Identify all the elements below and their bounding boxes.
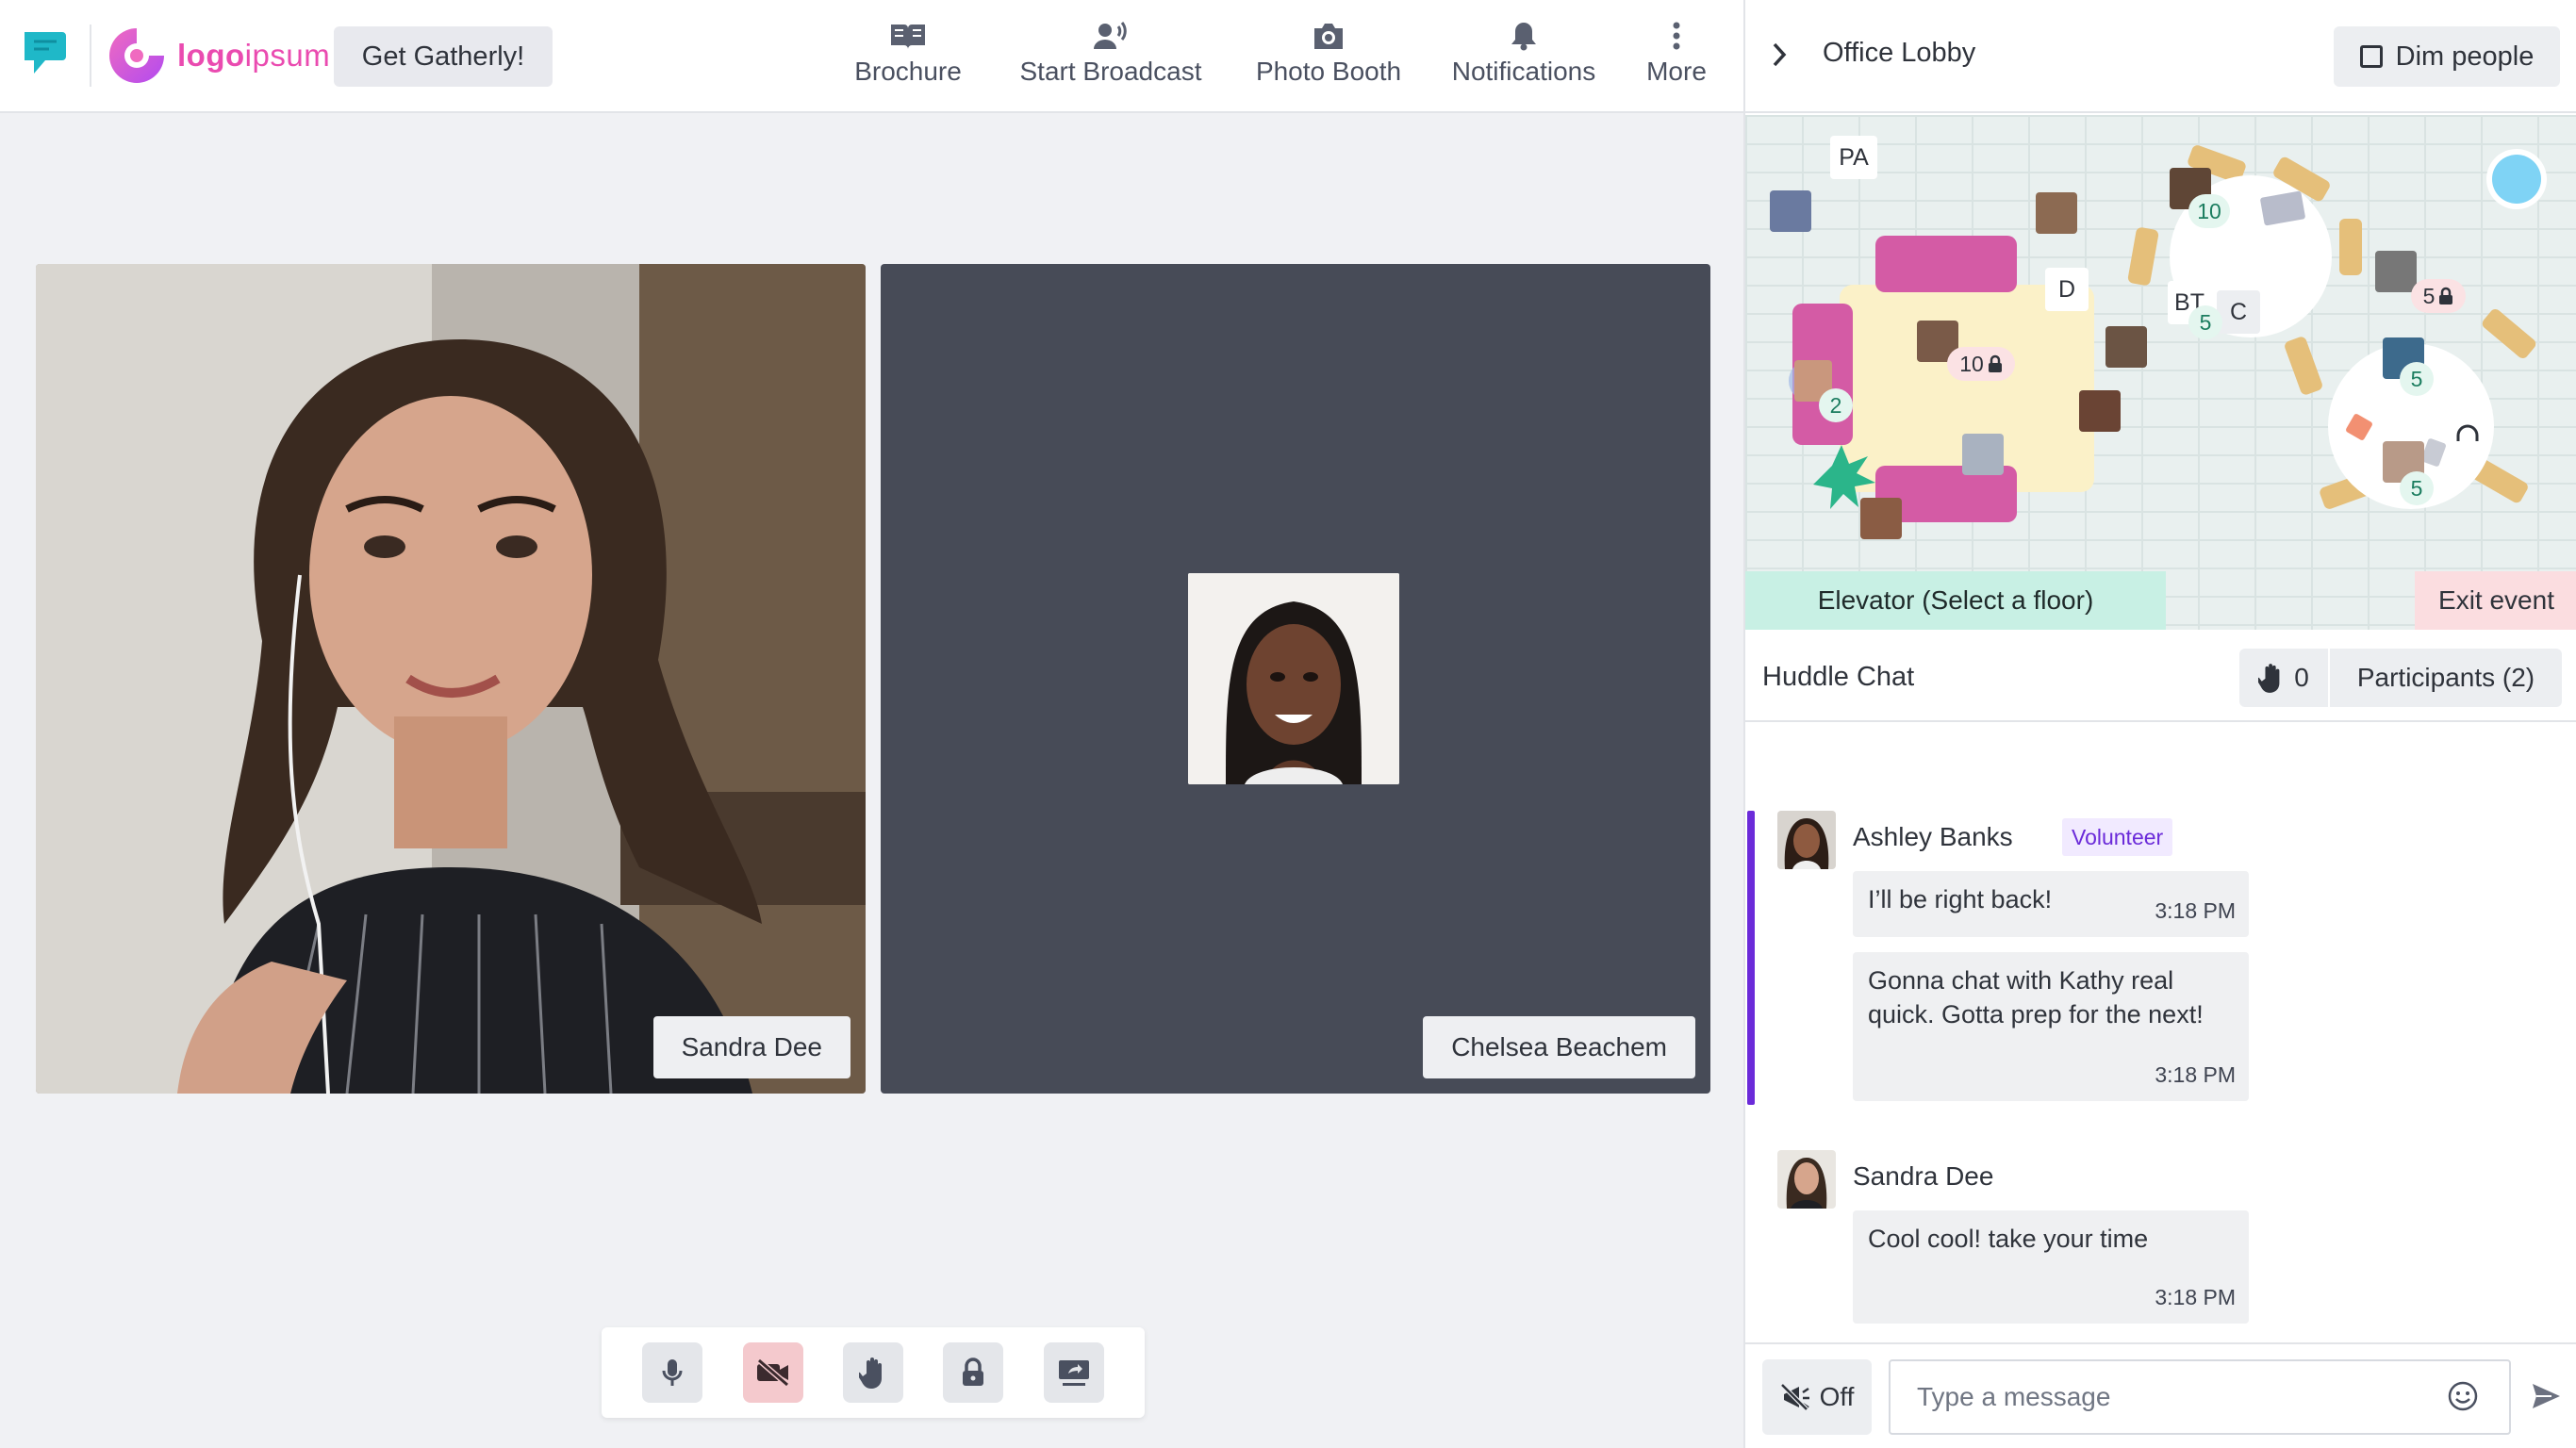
nav-notifications[interactable]: Notifications [1446,21,1601,96]
logo-text-bold: logo [177,38,245,73]
chat-notifications-label: Off [1819,1382,1855,1411]
nav-notifications-label: Notifications [1451,57,1596,86]
logo-text: ipsum [244,38,331,73]
raised-hands-count: 0 [2294,663,2309,692]
room-title: Office Lobby [1823,38,1976,68]
chat-title: Huddle Chat [1762,662,1915,692]
avatar [1777,811,1836,869]
video-tile-chelsea[interactable]: Chelsea Beachem [881,264,1710,1094]
message-bubble[interactable]: I’ll be right back! 3:18 PM [1853,871,2249,937]
avatar [1777,1150,1836,1209]
map-count-round-bottom[interactable]: 5 [2400,471,2434,505]
map-count-locked-center[interactable]: 10 [1947,347,2015,381]
message-bubble[interactable]: Gonna chat with Kathy real quick. Gotta … [1853,952,2249,1101]
map-count-bt[interactable]: 5 [2188,305,2222,339]
bell-icon [1511,23,1536,51]
logo-mark-icon [109,28,164,83]
ashley-avatar-image [1777,811,1836,869]
camera-icon [1314,24,1343,49]
chelsea-portrait [1188,573,1399,784]
chat-header: Huddle Chat 0 Participants (2) [1745,630,2576,722]
microphone-icon [662,1359,683,1386]
send-icon[interactable] [2530,1380,2562,1412]
message-text: I’ll be right back! [1868,885,2053,913]
message-group: Sandra Dee Cool cool! take your time 3:1… [1777,1150,2551,1339]
dim-people-label: Dim people [2395,41,2535,72]
chat-messages[interactable]: Ashley Banks Volunteer I’ll be right bac… [1745,724,2576,1342]
gatherly-logo-icon [25,32,66,74]
lock-icon [2439,287,2453,304]
map-count-table-top[interactable]: 10 [2188,194,2230,228]
chat-notifications-toggle[interactable]: Off [1762,1359,1872,1435]
dim-people-checkbox[interactable] [2359,45,2383,68]
message-input[interactable] [1889,1359,2511,1435]
unread-accent-bar [1747,811,1755,1105]
nav-photo-booth[interactable]: Photo Booth [1250,21,1407,96]
nav-brochure[interactable]: Brochure [849,21,967,96]
call-controls [602,1327,1145,1418]
chelsea-avatar [1188,573,1399,784]
room-map-illustration [1770,145,2547,539]
map-count-locked-right-value: 5 [2422,283,2436,308]
raised-hands-button[interactable]: 0 [2239,649,2330,707]
map-count-round-top[interactable]: 5 [2400,362,2434,396]
volunteer-badge: Volunteer [2062,818,2173,856]
message-time: 3:18 PM [2155,1285,2236,1309]
chat-composer: Off [1745,1342,2576,1448]
map-count-left-seat[interactable]: 2 [1819,388,1853,422]
video-off-icon [756,1358,789,1387]
sandra-video-feed [36,264,866,1094]
nav-more[interactable]: More [1639,21,1714,96]
camera-toggle-button[interactable] [742,1342,803,1403]
map-count-locked-right[interactable]: 5 [2411,279,2466,313]
nav-start-broadcast-label: Start Broadcast [1019,57,1202,86]
sandra-avatar-image [1777,1150,1836,1209]
sandra-name-tag: Sandra Dee [652,1016,850,1078]
lock-icon [963,1358,984,1386]
microphone-button[interactable] [642,1342,703,1403]
message-text: Cool cool! take your time [1868,1225,2149,1253]
message-time: 3:18 PM [2155,1062,2236,1087]
video-tile-sandra[interactable]: Sandra Dee [36,264,866,1094]
map-count-locked-center-value: 10 [1959,351,1984,376]
top-bar: logoipsum Get Gatherly! Brochure Start B… [0,0,1743,113]
lock-button[interactable] [943,1342,1004,1403]
more-vertical-icon [1673,22,1680,50]
book-icon [891,25,925,49]
message-group: Ashley Banks Volunteer I’ll be right bac… [1777,811,2551,1112]
hand-icon [2258,664,2280,693]
message-time: 3:18 PM [2155,898,2236,923]
map-label-c[interactable]: C [2217,290,2260,334]
message-bubble[interactable]: Cool cool! take your time 3:18 PM [1853,1210,2249,1324]
broadcast-icon [1094,22,1127,49]
emoji-icon[interactable] [2447,1380,2479,1412]
side-panel: Office Lobby Dim people PA D BT C 10 2 1… [1743,0,2576,1448]
elevator-button[interactable]: Elevator (Select a floor) [1745,571,2166,630]
nav-photo-booth-label: Photo Booth [1255,57,1402,86]
nav-start-broadcast[interactable]: Start Broadcast [1016,21,1205,96]
brand-divider [90,25,91,87]
sender-name: Sandra Dee [1853,1161,1994,1191]
share-screen-button[interactable] [1043,1342,1104,1403]
chelsea-name-tag: Chelsea Beachem [1423,1016,1695,1078]
map-label-d[interactable]: D [2045,268,2089,311]
nav-brochure-label: Brochure [854,57,962,86]
map-label-pa[interactable]: PA [1830,136,1877,179]
room-map[interactable]: PA D BT C 10 2 10 5 5 5 5 Elevator (Sele… [1745,115,2576,630]
sender-name: Ashley Banks [1853,822,2013,851]
chevron-right-icon[interactable] [1772,41,1787,68]
screen-share-icon [1058,1360,1089,1386]
exit-event-button[interactable]: Exit event [2415,571,2576,630]
mute-notifications-icon [1779,1383,1809,1411]
get-gatherly-button[interactable]: Get Gatherly! [334,26,553,87]
nav-more-label: More [1646,57,1707,86]
dim-people-button[interactable]: Dim people [2334,26,2560,87]
message-text: Gonna chat with Kathy real quick. Gotta … [1868,966,2204,1028]
participants-button[interactable]: Participants (2) [2330,649,2562,707]
raise-hand-button[interactable] [842,1342,903,1403]
room-header: Office Lobby Dim people [1745,0,2576,113]
logoipsum-logo: logoipsum [106,23,330,89]
hand-icon [858,1358,882,1389]
lock-icon [1988,354,2002,372]
